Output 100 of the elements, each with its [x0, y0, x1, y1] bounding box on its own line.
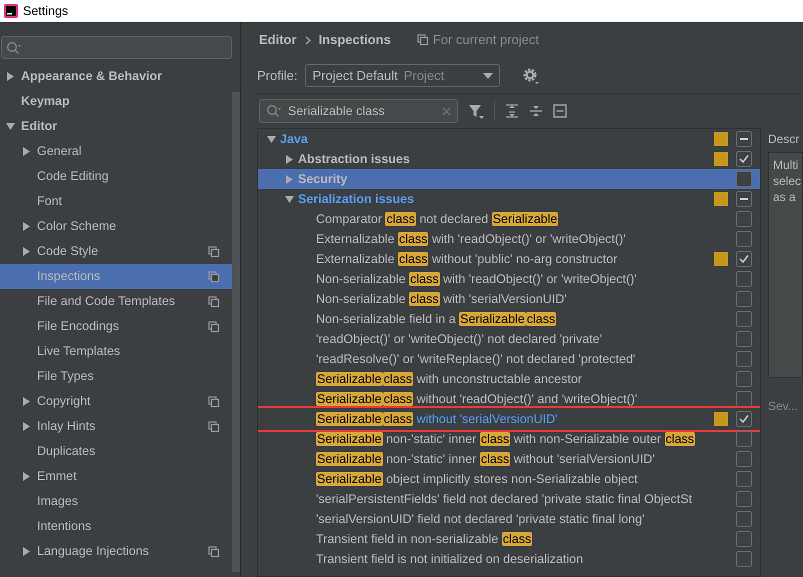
sidebar-item[interactable]: Language Injections: [0, 539, 232, 564]
checkbox[interactable]: [736, 231, 752, 247]
inspection-label: Serializable class with unconstructable ancestor: [316, 372, 582, 386]
inspection-label: 'readResolve()' or 'writeReplace()' not declared 'protected': [316, 352, 636, 366]
checkbox[interactable]: [736, 271, 752, 287]
expand-arrow-icon[interactable]: [21, 471, 32, 482]
tree-row[interactable]: Serializable class without 'readObject()' and 'writeObject()': [258, 389, 760, 409]
checkbox[interactable]: [736, 531, 752, 547]
sidebar-item[interactable]: Font: [0, 189, 232, 214]
checkbox[interactable]: [736, 391, 752, 407]
sidebar-item[interactable]: Copyright: [0, 389, 232, 414]
expand-arrow-icon[interactable]: [21, 396, 32, 407]
checkbox[interactable]: [736, 431, 752, 447]
tree-row[interactable]: Serializable non-'static' inner class without 'serialVersionUID': [258, 449, 760, 469]
inspection-label: Serializable non-'static' inner class with non-Serializable outer class: [316, 432, 696, 446]
checkbox[interactable]: [736, 171, 752, 187]
sidebar-item[interactable]: Color Scheme: [0, 214, 232, 239]
filter-icon[interactable]: [468, 103, 484, 119]
expand-arrow-icon[interactable]: [21, 421, 32, 432]
expand-arrow-icon[interactable]: [21, 221, 32, 232]
checkbox[interactable]: [736, 131, 752, 147]
checkbox[interactable]: [736, 311, 752, 327]
expand-all-icon[interactable]: [505, 104, 519, 118]
sidebar-item[interactable]: Code Editing: [0, 164, 232, 189]
sidebar-item[interactable]: File and Code Templates: [0, 289, 232, 314]
sidebar-item[interactable]: Editor: [0, 114, 232, 139]
checkbox[interactable]: [736, 351, 752, 367]
window-title: Settings: [23, 2, 68, 20]
tree-row[interactable]: Comparator class not declared Serializable: [258, 209, 760, 229]
tree-row[interactable]: Non-serializable class with 'readObject()' or 'writeObject()': [258, 269, 760, 289]
expand-arrow-icon[interactable]: [21, 146, 32, 157]
breadcrumb-item[interactable]: Editor: [259, 30, 297, 50]
tree-row[interactable]: 'readResolve()' or 'writeReplace()' not declared 'protected': [258, 349, 760, 369]
settings-icon[interactable]: [522, 66, 540, 84]
tree-row[interactable]: Non-serializable class with 'serialVersionUID': [258, 289, 760, 309]
expand-arrow-icon[interactable]: [21, 546, 32, 557]
profile-dropdown[interactable]: Project Default Project: [305, 64, 500, 87]
checkbox[interactable]: [736, 511, 752, 527]
tree-row[interactable]: Abstraction issues: [258, 149, 760, 169]
tree-row[interactable]: Transient field is not initialized on deserialization: [258, 549, 760, 569]
description-text: Multi: [773, 158, 798, 172]
filter-field[interactable]: Serializable class: [259, 99, 458, 123]
sidebar-item[interactable]: File Types: [0, 364, 232, 389]
expand-arrow-icon[interactable]: [284, 154, 294, 164]
sidebar-item[interactable]: Keymap: [0, 89, 232, 114]
inspection-label: Serializable non-'static' inner class without 'serialVersionUID': [316, 452, 655, 466]
checkbox[interactable]: [736, 451, 752, 467]
tree-row[interactable]: Serialization issues: [258, 189, 760, 209]
checkbox[interactable]: [736, 371, 752, 387]
breadcrumb-item[interactable]: Inspections: [318, 30, 391, 50]
tree-row[interactable]: Serializable class without 'serialVersionUID': [258, 409, 760, 429]
inspection-label: Non-serializable class with 'readObject()' or 'writeObject()': [316, 272, 637, 286]
sidebar-item[interactable]: Images: [0, 489, 232, 514]
sidebar-item[interactable]: Live Templates: [0, 339, 232, 364]
checkbox[interactable]: [736, 251, 752, 267]
scrollbar[interactable]: [232, 92, 240, 572]
expand-arrow-icon[interactable]: [21, 246, 32, 257]
chevron-icon: [304, 36, 311, 44]
tree-row[interactable]: Non-serializable field in a Serializable class: [258, 309, 760, 329]
checkbox[interactable]: [736, 471, 752, 487]
tree-row[interactable]: Serializable object implicitly stores non-Serializable object: [258, 469, 760, 489]
collapse-arrow-icon[interactable]: [284, 194, 294, 204]
checkbox[interactable]: [736, 211, 752, 227]
sidebar-item[interactable]: Code Style: [0, 239, 232, 264]
inspection-label: Java: [280, 132, 308, 146]
tree-row[interactable]: Serializable class with unconstructable ancestor: [258, 369, 760, 389]
checkbox[interactable]: [736, 491, 752, 507]
checkbox[interactable]: [736, 331, 752, 347]
tree-row[interactable]: Externalizable class without 'public' no-arg constructor: [258, 249, 760, 269]
sidebar-item[interactable]: Emmet: [0, 464, 232, 489]
inspection-label: Security: [298, 172, 348, 186]
tree-row[interactable]: Java: [258, 129, 760, 149]
tree-row[interactable]: 'serialPersistentFields' field not declared 'private static final ObjectSt: [258, 489, 760, 509]
inspection-label: Serializable object implicitly stores non-Serializable object: [316, 472, 638, 486]
checkbox[interactable]: [736, 291, 752, 307]
tree-row[interactable]: Transient field in non-serializable class: [258, 529, 760, 549]
checkbox[interactable]: [736, 191, 752, 207]
search-icon: [266, 104, 282, 118]
tree-row[interactable]: Serializable non-'static' inner class with non-Serializable outer class: [258, 429, 760, 449]
collapse-icon[interactable]: [553, 104, 567, 118]
sidebar-item[interactable]: Inlay Hints: [0, 414, 232, 439]
tree-row[interactable]: 'serialVersionUID' field not declared 'private static final long': [258, 509, 760, 529]
search-field[interactable]: [1, 36, 232, 59]
collapse-all-icon[interactable]: [529, 104, 543, 118]
sidebar-item[interactable]: Appearance & Behavior: [0, 64, 232, 89]
tree-row[interactable]: Externalizable class with 'readObject()' or 'writeObject()': [258, 229, 760, 249]
inspection-label: Serializable class without 'serialVersionUID': [316, 412, 558, 426]
search-icon: [6, 40, 22, 54]
checkbox[interactable]: [736, 411, 752, 427]
expand-arrow-icon[interactable]: [5, 71, 16, 82]
sidebar-item[interactable]: General: [0, 139, 232, 164]
checkbox[interactable]: [736, 551, 752, 567]
inspection-label: Non-serializable field in a Serializable class: [316, 312, 556, 326]
collapse-arrow-icon[interactable]: [266, 134, 276, 144]
sidebar-item[interactable]: Duplicates: [0, 439, 232, 464]
collapse-arrow-icon[interactable]: [5, 121, 16, 132]
sidebar-item[interactable]: Intentions: [0, 514, 232, 539]
tree-row[interactable]: 'readObject()' or 'writeObject()' not declared 'private': [258, 329, 760, 349]
sidebar-item[interactable]: File Encodings: [0, 314, 232, 339]
checkbox[interactable]: [736, 151, 752, 167]
